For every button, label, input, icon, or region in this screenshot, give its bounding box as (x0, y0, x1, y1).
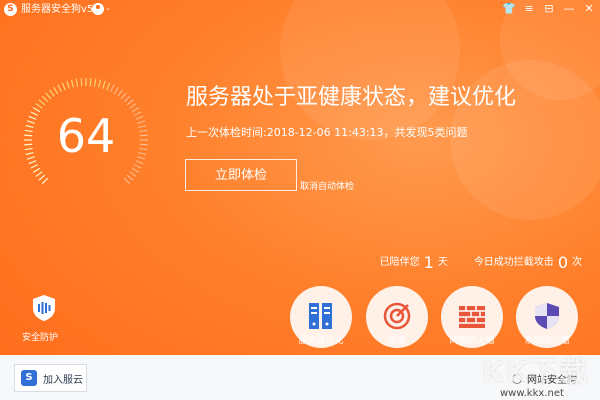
gauge-tick (102, 80, 106, 89)
gauge-tick (89, 78, 92, 87)
gauge-tick (41, 95, 49, 103)
gauge-tick (80, 78, 83, 87)
gauge-tick (38, 99, 46, 106)
gauge-tick (61, 82, 66, 91)
tool-system-firewall-label: 系统防火墙 (524, 336, 570, 346)
tool-antivirus-label: 杀毒 (387, 336, 406, 346)
user-account-icon[interactable] (92, 3, 104, 15)
gauge-tick (38, 174, 46, 181)
gauge-tick (126, 99, 134, 106)
gauge-tick (109, 84, 115, 93)
check-now-button[interactable]: 立即体检 (185, 159, 297, 191)
blocked-attacks-value: 0 (557, 253, 568, 272)
gauge-tick (93, 78, 97, 87)
cancel-auto-check-link[interactable]: 取消自动体检 (300, 182, 354, 193)
health-score: 64 (56, 109, 116, 163)
server-rack-icon (309, 303, 332, 329)
watermark-url: www.kkx.net (500, 388, 564, 399)
gauge-tick (32, 167, 41, 173)
blocked-attacks-unit: 次 (572, 257, 582, 268)
protected-days-label: 已陪伴您 (379, 257, 420, 268)
app-window: S 服务器安全狗v5.0 - 👕 ≡ ⊟ — ✕ 64 服务器处于亚健康状态，建… (0, 0, 600, 400)
gauge-tick (45, 92, 52, 100)
mini-mode-icon[interactable]: ⊟ (542, 2, 556, 16)
blocked-attacks-label: 今日成功拦截攻击 (473, 257, 554, 268)
shield-icon (535, 303, 559, 329)
gauge-tick (106, 82, 111, 91)
gauge-tick (57, 84, 63, 93)
health-score-gauge: 64 (22, 76, 150, 204)
cloud-server-icon: S (21, 370, 37, 386)
protected-days-unit: 天 (437, 257, 448, 268)
title-bar: S 服务器安全狗v5.0 - 👕 ≡ ⊟ — ✕ (0, 0, 600, 20)
tool-network-firewall-label: 网络防火墙 (449, 336, 495, 346)
watermark-logo: KK下载 (482, 355, 590, 388)
security-protection-button[interactable]: 安全防护 (22, 294, 64, 343)
window-controls: 👕 ≡ ⊟ — ✕ (502, 2, 596, 16)
gauge-tick (49, 89, 55, 97)
skin-icon[interactable]: 👕 (502, 2, 516, 16)
gauge-tick (70, 79, 74, 88)
gauge-tick (41, 177, 49, 185)
join-cloud-label: 加入服云 (43, 374, 83, 386)
gauge-tick (113, 86, 119, 95)
gauge-tick (129, 171, 137, 177)
watermark: KK下载 www.kkx.net (482, 350, 590, 399)
protection-stats: 已陪伴您 1 天 今日成功拦截攻击 0 次 (380, 254, 582, 272)
gauge-tick (120, 92, 127, 100)
shield-waves-icon (33, 295, 55, 321)
gauge-tick (35, 171, 43, 177)
tool-server-optimize-label: 服务器优化 (298, 336, 344, 346)
last-check-info: 上一次体检时间:2018-12-06 11:43:13，共发现5类问题 (186, 126, 468, 139)
gauge-tick (123, 177, 131, 185)
minimize-button[interactable]: — (562, 2, 576, 16)
target-icon (383, 302, 411, 330)
gauge-tick (98, 79, 102, 88)
security-protection-label: 安全防护 (21, 333, 58, 343)
background-bubble (280, 0, 460, 140)
gauge-tick (75, 78, 79, 87)
app-logo-icon: S (4, 3, 17, 16)
join-cloud-button[interactable]: S 加入服云 (14, 364, 87, 392)
gauge-tick (66, 80, 70, 89)
brick-wall-icon (459, 306, 485, 328)
menu-icon[interactable]: ≡ (522, 2, 536, 16)
gauge-tick (117, 89, 123, 97)
gauge-tick (123, 95, 131, 103)
health-status-title: 服务器处于亚健康状态，建议优化 (186, 85, 517, 110)
protected-days-value: 1 (423, 253, 434, 272)
gauge-tick (126, 174, 134, 181)
close-button[interactable]: ✕ (582, 2, 596, 16)
gauge-tick (131, 167, 140, 173)
gauge-tick (53, 86, 59, 95)
